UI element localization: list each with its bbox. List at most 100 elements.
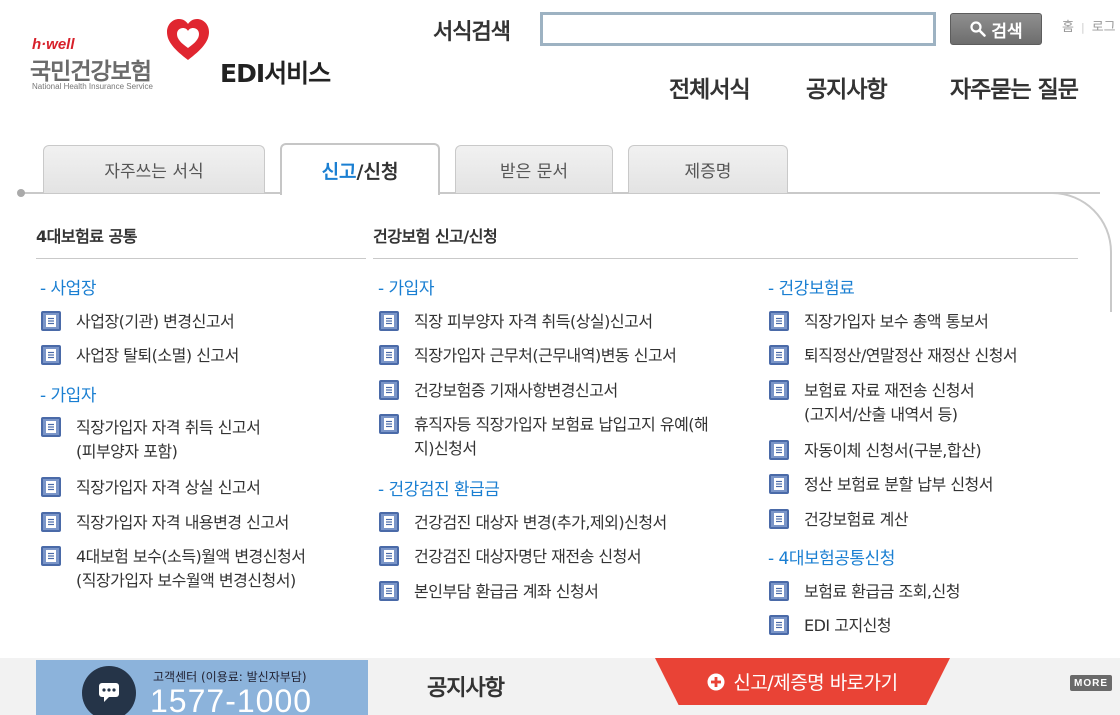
hwell-brand: h·well [32, 36, 75, 53]
section-divider-health [373, 258, 1078, 259]
search-label: 서식검색 [433, 20, 511, 45]
util-links: 홈 | 로그 [1062, 16, 1116, 35]
search-button[interactable]: 검색 [950, 13, 1042, 45]
notice-section-title: 공지사항 [427, 676, 505, 701]
document-icon [379, 414, 399, 434]
document-icon [379, 546, 399, 566]
document-icon [769, 509, 789, 529]
form-item[interactable]: 사업장(기관) 변경신고서 [40, 310, 235, 334]
section-divider-common [36, 258, 366, 259]
form-item[interactable]: 본인부담 환급금 계좌 신청서 [378, 580, 599, 604]
form-item-label: 직장가입자 보수 총액 통보서 [804, 312, 989, 331]
tab-report-apply-suffix: /신청 [356, 160, 399, 183]
form-item-label: EDI 고지신청 [804, 616, 892, 635]
util-separator: | [1080, 21, 1085, 34]
document-icon [379, 512, 399, 532]
form-item-label: 본인부담 환급금 계좌 신청서 [414, 582, 599, 601]
document-icon [769, 345, 789, 365]
document-icon [379, 581, 399, 601]
form-item-label: 보험료 환급금 조회,신청 [804, 582, 960, 601]
form-item[interactable]: 사업장 탈퇴(소멸) 신고서 [40, 344, 239, 368]
form-item-label: 직장가입자 자격 내용변경 신고서 [76, 513, 289, 532]
document-icon [41, 345, 61, 365]
category-workplace: - 사업장 [40, 279, 96, 299]
form-item-label: 사업장(기관) 변경신고서 [76, 312, 235, 331]
form-item-label: 자동이체 신청서(구분,합산) [804, 441, 982, 460]
search-input[interactable] [540, 12, 936, 46]
form-item[interactable]: 퇴직정산/연말정산 재정산 신청서 [768, 344, 1018, 368]
form-item-label: 보험료 자료 재전송 신청서 (고지서/산출 내역서 등) [804, 381, 975, 424]
chat-phone-icon [82, 666, 136, 715]
tab-baseline-dot [17, 189, 25, 197]
util-link-home[interactable]: 홈 [1062, 20, 1074, 35]
form-item-label: 휴직자등 직장가입자 보험료 납입고지 유예(해 지)신청서 [414, 415, 709, 458]
org-name: 국민건강보험 [30, 59, 152, 85]
service-title: EDI서비스 [220, 59, 331, 88]
gnb-all-forms[interactable]: 전체서식 [669, 70, 751, 104]
form-item-label: 건강검진 대상자명단 재전송 신청서 [414, 547, 642, 566]
form-item-label: 퇴직정산/연말정산 재정산 신청서 [804, 346, 1018, 365]
form-item[interactable]: 자동이체 신청서(구분,합산) [768, 439, 982, 463]
tab-report-apply-prefix: 신고 [321, 160, 357, 183]
gnb-notices[interactable]: 공지사항 [806, 70, 888, 104]
report-certificate-shortcut-button[interactable]: 신고/제증명 바로가기 [655, 658, 950, 705]
document-icon [769, 440, 789, 460]
document-icon [379, 380, 399, 400]
form-item[interactable]: 건강검진 대상자 변경(추가,제외)신청서 [378, 511, 667, 535]
form-item[interactable]: 보험료 자료 재전송 신청서 (고지서/산출 내역서 등) [768, 379, 975, 427]
more-button[interactable]: MORE [1070, 675, 1112, 691]
customer-center-number: 1577-1000 [150, 683, 313, 715]
document-icon [41, 311, 61, 331]
nhis-logo[interactable]: h·well 국민건강보험 National Health Insurance … [30, 18, 220, 98]
form-item-label: 4대보험 보수(소득)월액 변경신청서 (직장가입자 보수월액 변경신청서) [76, 547, 306, 590]
form-item[interactable]: 정산 보험료 분할 납부 신청서 [768, 473, 993, 497]
document-icon [41, 512, 61, 532]
form-item[interactable]: EDI 고지신청 [768, 614, 892, 638]
document-icon [41, 546, 61, 566]
search-button-label: 검색 [991, 21, 1023, 42]
form-item-label: 직장가입자 자격 취득 신고서 (피부양자 포함) [76, 418, 261, 461]
form-item[interactable]: 4대보험 보수(소득)월액 변경신청서 (직장가입자 보수월액 변경신청서) [40, 545, 306, 593]
tab-received-docs[interactable]: 받은 문서 [455, 145, 613, 193]
form-item-label: 직장가입자 근무처(근무내역)변동 신고서 [414, 346, 677, 365]
form-item-label: 직장가입자 자격 상실 신고서 [76, 478, 261, 497]
form-item[interactable]: 직장 피부양자 자격 취득(상실)신고서 [378, 310, 653, 334]
tab-frequent-forms[interactable]: 자주쓰는 서식 [43, 145, 265, 193]
section-title-health: 건강보험 신고/신청 [373, 227, 498, 246]
heart-logo-icon [167, 19, 209, 60]
form-item[interactable]: 직장가입자 자격 내용변경 신고서 [40, 511, 289, 535]
form-item-label: 건강보험증 기재사항변경신고서 [414, 381, 618, 400]
search-icon [970, 21, 987, 37]
form-item-label: 직장 피부양자 자격 취득(상실)신고서 [414, 312, 653, 331]
org-name-en: National Health Insurance Service [32, 82, 153, 91]
form-item[interactable]: 보험료 환급금 조회,신청 [768, 580, 960, 604]
form-item-label: 건강검진 대상자 변경(추가,제외)신청서 [414, 513, 667, 532]
document-icon [769, 311, 789, 331]
document-icon [769, 474, 789, 494]
category-premium: - 건강보험료 [768, 279, 855, 299]
form-item[interactable]: 휴직자등 직장가입자 보험료 납입고지 유예(해 지)신청서 [378, 413, 709, 461]
plus-circle-icon [707, 673, 725, 690]
panel-corner [1030, 192, 1112, 312]
form-item-label: 정산 보험료 분할 납부 신청서 [804, 475, 993, 494]
document-icon [41, 417, 61, 437]
form-item-label: 건강보험료 계산 [804, 510, 909, 529]
category-subscriber-health: - 가입자 [378, 279, 434, 299]
form-item[interactable]: 직장가입자 자격 취득 신고서 (피부양자 포함) [40, 416, 261, 464]
form-item[interactable]: 직장가입자 보수 총액 통보서 [768, 310, 989, 334]
form-item[interactable]: 건강검진 대상자명단 재전송 신청서 [378, 545, 642, 569]
document-icon [769, 615, 789, 635]
form-item-label: 사업장 탈퇴(소멸) 신고서 [76, 346, 239, 365]
document-icon [379, 345, 399, 365]
category-checkup-refund: - 건강검진 환급금 [378, 480, 500, 500]
util-link-login[interactable]: 로그 [1092, 20, 1116, 35]
form-item[interactable]: 건강보험증 기재사항변경신고서 [378, 379, 618, 403]
tab-report-apply[interactable]: 신고/신청 [280, 143, 440, 195]
document-icon [41, 477, 61, 497]
form-item[interactable]: 직장가입자 근무처(근무내역)변동 신고서 [378, 344, 677, 368]
form-item[interactable]: 직장가입자 자격 상실 신고서 [40, 476, 261, 500]
gnb-faq[interactable]: 자주묻는 질문 [950, 70, 1079, 104]
form-item[interactable]: 건강보험료 계산 [768, 508, 909, 532]
document-icon [769, 581, 789, 601]
tab-certificates[interactable]: 제증명 [628, 145, 788, 193]
